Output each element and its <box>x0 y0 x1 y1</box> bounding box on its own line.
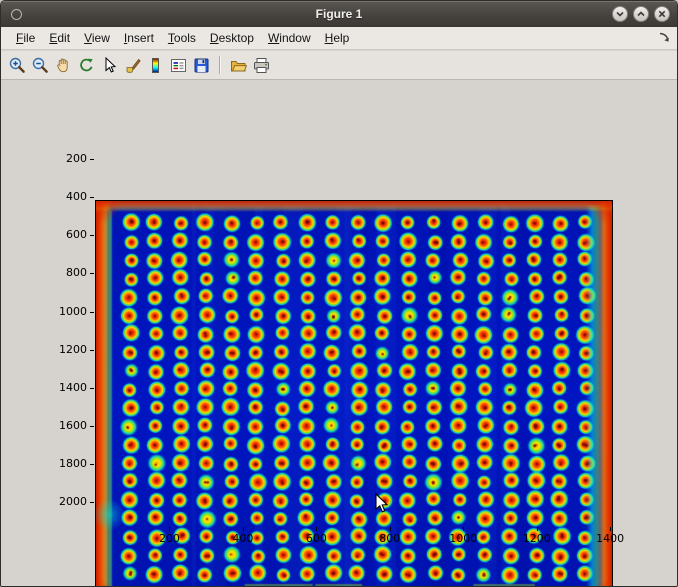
rotate-3d-icon <box>77 56 96 75</box>
y-tick-label: 1200 <box>47 343 87 356</box>
y-tick-label: 200 <box>47 152 87 165</box>
data-cursor-icon <box>100 56 119 75</box>
tool-print[interactable] <box>250 53 273 77</box>
y-tick-label: 1000 <box>47 305 87 318</box>
menu-file[interactable]: File <box>9 28 42 48</box>
tool-zoom-in[interactable] <box>6 53 29 77</box>
x-tick-mark <box>169 527 170 531</box>
tool-brush[interactable] <box>121 53 144 77</box>
window-title: Figure 1 <box>1 7 677 21</box>
chevron-up-icon <box>634 7 648 21</box>
window-controls <box>612 6 670 22</box>
y-tick-label: 1600 <box>47 419 87 432</box>
tool-pan[interactable] <box>52 53 75 77</box>
x-tick-mark <box>316 527 317 531</box>
x-tick-label: 800 <box>368 532 412 545</box>
tool-data-cursor[interactable] <box>98 53 121 77</box>
menu-help[interactable]: Help <box>318 28 357 48</box>
y-tick-label: 600 <box>47 228 87 241</box>
x-tick-mark <box>390 527 391 531</box>
x-tick-mark <box>610 527 611 531</box>
menu-window[interactable]: Window <box>261 28 318 48</box>
x-tick-mark <box>463 527 464 531</box>
y-tick-label: 1800 <box>47 457 87 470</box>
close-window-button[interactable] <box>654 6 670 22</box>
print-icon <box>252 56 271 75</box>
save-icon <box>192 56 211 75</box>
x-tick-label: 1200 <box>515 532 559 545</box>
tool-rotate-3d[interactable] <box>75 53 98 77</box>
menu-insert[interactable]: Insert <box>117 28 161 48</box>
brush-icon <box>123 56 142 75</box>
menu-items: FileEditViewInsertToolsDesktopWindowHelp <box>9 28 356 48</box>
y-tick-mark <box>90 235 94 236</box>
y-tick-label: 2000 <box>47 495 87 508</box>
x-icon <box>655 7 669 21</box>
y-tick-label: 400 <box>47 190 87 203</box>
x-tick-mark <box>537 527 538 531</box>
maximize-window-button[interactable] <box>633 6 649 22</box>
open-folder-icon <box>229 56 248 75</box>
x-tick-mark <box>243 527 244 531</box>
chevron-down-icon <box>613 7 627 21</box>
x-tick-label: 600 <box>294 532 338 545</box>
menu-tools[interactable]: Tools <box>161 28 203 48</box>
titlebar[interactable]: Figure 1 <box>1 1 677 27</box>
tool-zoom-out[interactable] <box>29 53 52 77</box>
x-tick-label: 1400 <box>588 532 632 545</box>
x-tick-label: 400 <box>221 532 265 545</box>
figure-window: Figure 1 FileEditViewInsertToolsDesktopW… <box>0 0 678 587</box>
colorbar-icon <box>146 56 165 75</box>
figure-area: Retry Continue / Finish 2004006008001000… <box>1 81 677 586</box>
menu-bar: FileEditViewInsertToolsDesktopWindowHelp <box>1 27 677 50</box>
figure-axes-image[interactable] <box>96 201 612 587</box>
y-tick-mark <box>90 350 94 351</box>
tool-colorbar[interactable] <box>144 53 167 77</box>
y-tick-mark <box>90 502 94 503</box>
figure-toolbar <box>1 51 677 80</box>
axes-frame <box>95 200 613 587</box>
x-tick-label: 1000 <box>441 532 485 545</box>
y-tick-mark <box>90 197 94 198</box>
y-tick-mark <box>90 159 94 160</box>
tool-insert-legend[interactable] <box>167 53 190 77</box>
y-tick-mark <box>90 464 94 465</box>
shade-window-button[interactable] <box>612 6 628 22</box>
pan-hand-icon <box>54 56 73 75</box>
zoom-in-icon <box>8 56 27 75</box>
x-tick-label: 200 <box>147 532 191 545</box>
toolbar-separator <box>219 56 221 74</box>
y-tick-mark <box>90 388 94 389</box>
insert-legend-icon <box>169 56 188 75</box>
tool-save[interactable] <box>190 53 213 77</box>
menu-edit[interactable]: Edit <box>42 28 77 48</box>
y-tick-label: 800 <box>47 266 87 279</box>
tool-open[interactable] <box>227 53 250 77</box>
y-tick-label: 1400 <box>47 381 87 394</box>
zoom-out-icon <box>31 56 50 75</box>
menu-desktop[interactable]: Desktop <box>203 28 261 48</box>
y-tick-mark <box>90 273 94 274</box>
dock-figure-icon[interactable] <box>657 31 671 45</box>
menu-view[interactable]: View <box>77 28 117 48</box>
y-tick-mark <box>90 312 94 313</box>
y-tick-mark <box>90 426 94 427</box>
